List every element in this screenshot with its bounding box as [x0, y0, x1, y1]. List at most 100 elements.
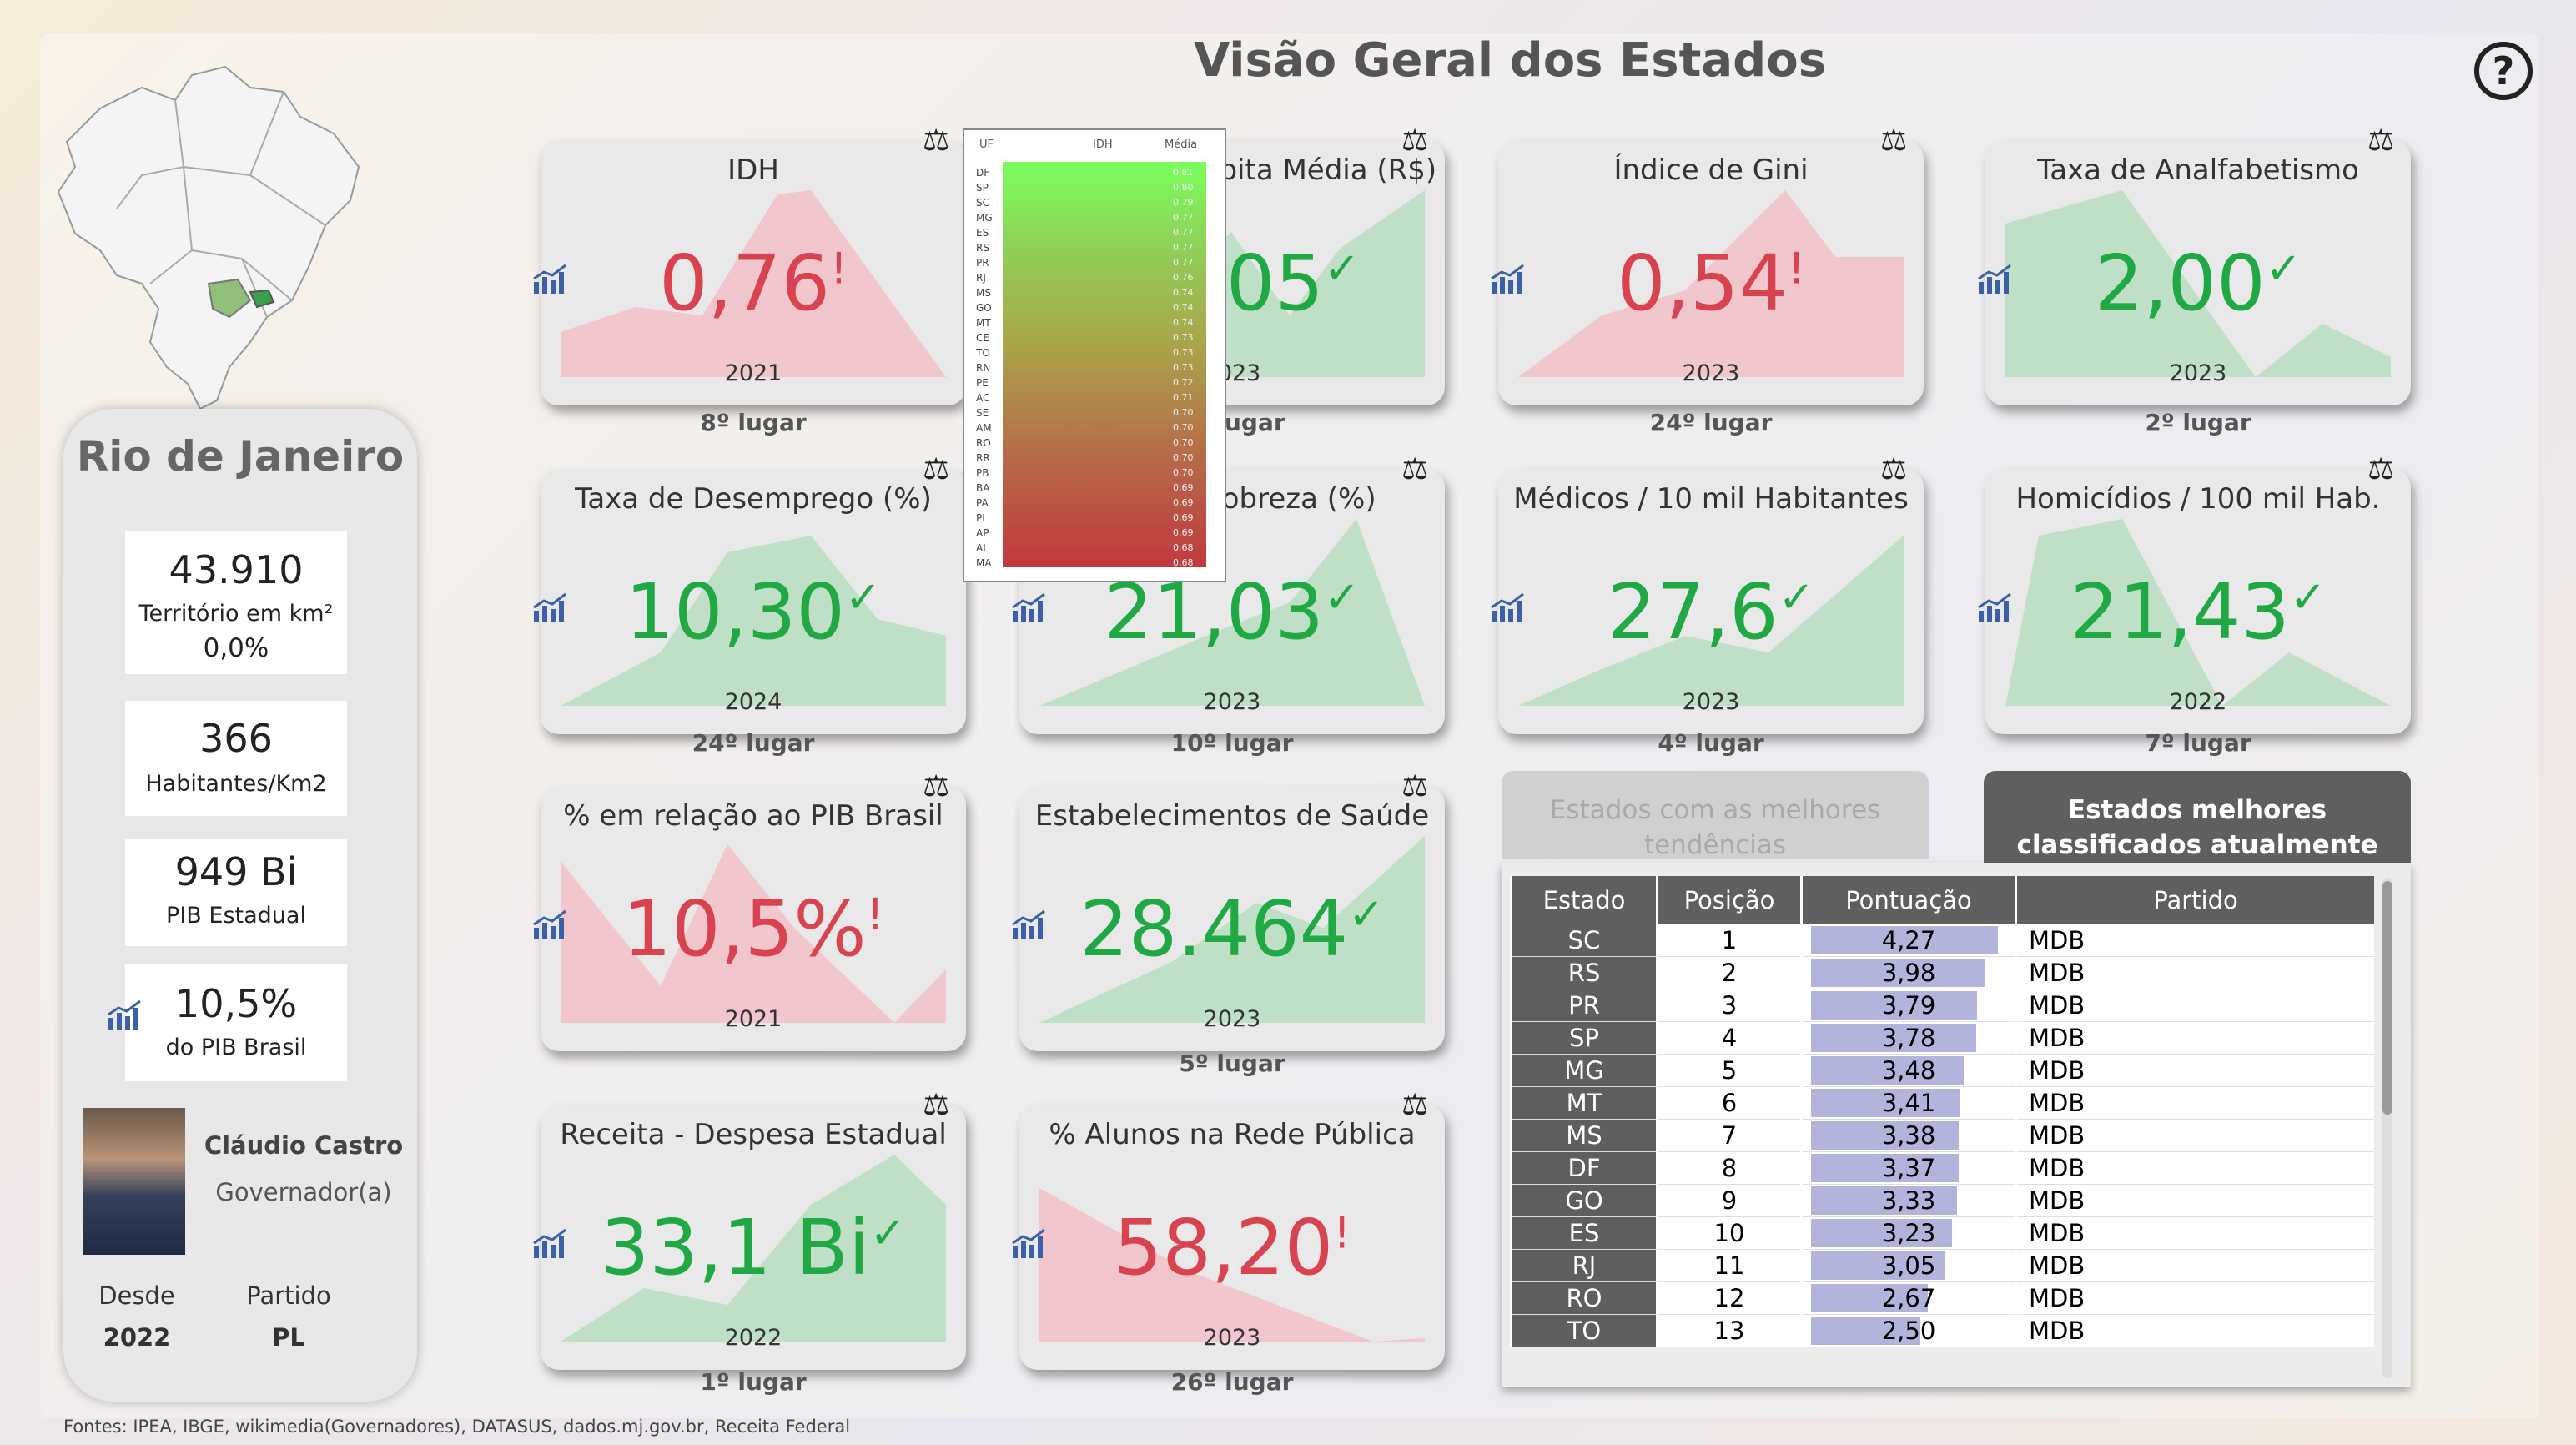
- scale-icon[interactable]: ⚖: [923, 769, 949, 803]
- table-row[interactable]: SC 1 4,27 MDB: [1510, 924, 2374, 957]
- party-value: PL: [272, 1323, 305, 1352]
- cell-pontuacao: 3,23: [1800, 1216, 2016, 1250]
- kpi-card[interactable]: Médicos / 10 mil Habitantes 27,6✓ 2023: [1498, 469, 1924, 734]
- chart-icon[interactable]: [532, 262, 569, 295]
- tab-trends[interactable]: Estados com as melhores tendências: [1502, 771, 1929, 860]
- popup-uf: AL: [976, 542, 989, 554]
- cell-estado: GO: [1510, 1184, 1658, 1217]
- table-row[interactable]: RS 2 3,98 MDB: [1510, 956, 2374, 989]
- table-row[interactable]: RJ 11 3,05 MDB: [1510, 1249, 2374, 1282]
- scale-icon[interactable]: ⚖: [1401, 1088, 1428, 1122]
- chart-icon[interactable]: [532, 908, 569, 941]
- popup-uf: RS: [976, 242, 989, 254]
- popup-uf: GO: [976, 302, 992, 314]
- cell-posicao: 1: [1656, 924, 1802, 957]
- governor-role: Governador(a): [215, 1178, 392, 1206]
- scale-icon[interactable]: ⚖: [2367, 123, 2394, 158]
- scale-icon[interactable]: ⚖: [923, 452, 949, 486]
- alert-icon: !: [1787, 244, 1805, 295]
- chart-icon[interactable]: [532, 591, 569, 624]
- governor-photo: [83, 1108, 185, 1255]
- kpi-title: % Alunos na Rede Pública: [1049, 1118, 1416, 1151]
- table-row[interactable]: MT 6 3,41 MDB: [1510, 1086, 2374, 1120]
- table-row[interactable]: SP 4 3,78 MDB: [1510, 1021, 2374, 1055]
- kpi-card[interactable]: Taxa de Desemprego (%) 10,30✓ 2024: [541, 469, 966, 734]
- table-row[interactable]: MG 5 3,48 MDB: [1510, 1054, 2374, 1087]
- popup-uf: AM: [976, 422, 992, 434]
- scale-icon[interactable]: ⚖: [923, 123, 949, 158]
- kpi-rank: 10º lugar: [1170, 729, 1294, 757]
- popup-header-idh: IDH: [1093, 138, 1113, 151]
- territory-value: 43.910: [169, 547, 304, 592]
- col-pontuacao[interactable]: Pontuação: [1800, 876, 2016, 924]
- kpi-rank: 24º lugar: [1649, 409, 1773, 436]
- table-row[interactable]: PR 3 3,79 MDB: [1510, 989, 2374, 1022]
- chart-icon[interactable]: [1011, 908, 1048, 941]
- scale-icon[interactable]: ⚖: [1880, 123, 1907, 158]
- kpi-card[interactable]: % Alunos na Rede Pública 58,20! 2023: [1019, 1105, 1445, 1370]
- popup-uf: AC: [976, 392, 990, 404]
- chart-icon[interactable]: [1490, 262, 1527, 295]
- territory-sub: 0,0%: [203, 633, 269, 663]
- chart-icon[interactable]: [532, 1226, 569, 1260]
- chart-icon[interactable]: [1977, 591, 2014, 624]
- kpi-card[interactable]: Taxa de Analfabetismo 2,00✓ 2023: [1985, 140, 2411, 405]
- popup-idh-value: 0,69: [1173, 482, 1194, 493]
- table-row[interactable]: ES 10 3,23 MDB: [1510, 1216, 2374, 1250]
- gdp-share-label: do PIB Brasil: [165, 1035, 307, 1060]
- cell-posicao: 8: [1656, 1151, 1802, 1185]
- chart-icon[interactable]: [1977, 262, 2014, 295]
- col-estado[interactable]: Estado: [1510, 876, 1658, 924]
- kpi-card[interactable]: Homicídios / 100 mil Hab. 21,43✓ 2022: [1985, 469, 2411, 734]
- gdp-share-stat: 10,5% do PIB Brasil: [125, 964, 347, 1081]
- table-row[interactable]: RO 12 2,67 MDB: [1510, 1281, 2374, 1315]
- scale-icon[interactable]: ⚖: [1401, 452, 1428, 486]
- chart-icon[interactable]: [1011, 591, 1048, 624]
- popup-idh-value: 0,68: [1173, 542, 1194, 553]
- table-row[interactable]: TO 13 2,50 MDB: [1510, 1314, 2374, 1347]
- table-scrollbar[interactable]: [2382, 878, 2392, 1378]
- tab-best-ranked[interactable]: Estados melhores classificados atualment…: [1984, 771, 2411, 863]
- kpi-rank: 1º lugar: [700, 1368, 807, 1396]
- kpi-value: 27,6✓: [1607, 567, 1815, 657]
- kpi-year: 2024: [724, 689, 782, 715]
- kpi-card[interactable]: % em relação ao PIB Brasil 10,5%! 2021: [541, 786, 966, 1051]
- chart-icon[interactable]: [1011, 1226, 1048, 1260]
- table-row[interactable]: DF 8 3,37 MDB: [1510, 1151, 2374, 1185]
- kpi-title: Taxa de Desemprego (%): [575, 482, 932, 516]
- scale-icon[interactable]: ⚖: [923, 1088, 949, 1122]
- cell-posicao: 12: [1656, 1281, 1802, 1315]
- col-partido[interactable]: Partido: [2015, 876, 2374, 924]
- cell-partido: MDB: [2015, 924, 2374, 957]
- scale-icon[interactable]: ⚖: [1880, 452, 1907, 486]
- kpi-value: 0,76!: [659, 239, 848, 328]
- kpi-value: 33,1 Bi✓: [600, 1203, 907, 1292]
- kpi-rank: 2º lugar: [2145, 409, 2251, 436]
- chart-icon[interactable]: [1490, 591, 1527, 624]
- kpi-card[interactable]: Receita - Despesa Estadual 33,1 Bi✓ 2022: [541, 1105, 966, 1370]
- kpi-value: 0,54!: [1617, 239, 1805, 328]
- popup-uf: RJ: [976, 272, 986, 284]
- popup-uf: SE: [976, 407, 989, 419]
- table-row[interactable]: GO 9 3,33 MDB: [1510, 1184, 2374, 1217]
- kpi-year: 2023: [1203, 689, 1261, 715]
- brazil-map[interactable]: [50, 42, 367, 417]
- kpi-card[interactable]: IDH 0,76! 2021: [541, 140, 966, 405]
- scale-icon[interactable]: ⚖: [1401, 123, 1428, 158]
- chart-icon[interactable]: [107, 998, 143, 1031]
- popup-idh-value: 0,74: [1173, 302, 1194, 313]
- popup-uf: MT: [976, 317, 991, 329]
- cell-partido: MDB: [2015, 1119, 2374, 1152]
- gdp-value: 949 Bi: [174, 849, 298, 894]
- kpi-card[interactable]: Estabelecimentos de Saúde 28.464✓ 2023: [1019, 786, 1445, 1051]
- cell-estado: RJ: [1510, 1249, 1658, 1282]
- kpi-card[interactable]: Índice de Gini 0,54! 2023: [1498, 140, 1924, 405]
- kpi-title: Estabelecimentos de Saúde: [1034, 799, 1430, 833]
- help-icon[interactable]: ?: [2474, 42, 2533, 100]
- sources-footnote: Fontes: IPEA, IBGE, wikimedia(Governador…: [63, 1417, 851, 1437]
- table-row[interactable]: MS 7 3,38 MDB: [1510, 1119, 2374, 1152]
- scale-icon[interactable]: ⚖: [1401, 769, 1428, 803]
- scrollbar-thumb[interactable]: [2382, 881, 2392, 1115]
- col-posicao[interactable]: Posição: [1656, 876, 1802, 924]
- scale-icon[interactable]: ⚖: [2367, 452, 2394, 486]
